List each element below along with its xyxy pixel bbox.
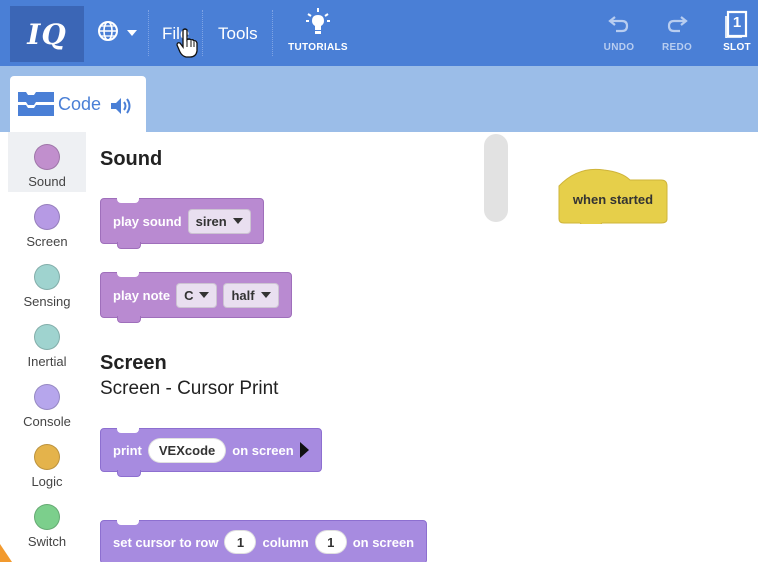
category-dot (34, 144, 60, 170)
chevron-down-icon (126, 24, 138, 42)
category-label: Sensing (23, 294, 71, 309)
toolbar-divider (148, 10, 149, 56)
dropdown-value: half (231, 287, 255, 303)
category-screen[interactable]: Screen (8, 192, 86, 252)
row-input[interactable]: 1 (224, 530, 257, 554)
category-label: Switch (27, 534, 67, 549)
redo-icon (666, 12, 688, 39)
slot-label: SLOT (723, 42, 751, 53)
language-menu-button[interactable] (96, 20, 140, 46)
set-cursor-block[interactable]: set cursor to row 1 column 1 on screen (100, 520, 428, 562)
lightbulb-icon (306, 8, 330, 43)
end-arrow-icon (299, 442, 309, 458)
block-label: column (262, 534, 309, 550)
undo-button[interactable]: UNDO (594, 10, 644, 58)
block-label: play sound (113, 213, 182, 229)
sound-heading: Sound (100, 148, 163, 170)
play-sound-block[interactable]: play sound siren (100, 198, 264, 249)
category-label: Logic (31, 474, 63, 489)
category-dot (34, 264, 60, 290)
redo-label: REDO (661, 42, 693, 53)
blocks-icon (18, 92, 54, 121)
undo-label: UNDO (603, 42, 635, 53)
tab-code-label: Code (58, 94, 102, 114)
category-list: Sound Screen Sensing Inertial Console Lo… (8, 132, 86, 562)
orange-corner-decoration (0, 538, 12, 562)
caret-down-icon (232, 218, 243, 224)
category-label: Sound (28, 174, 66, 189)
category-inertial[interactable]: Inertial (8, 312, 86, 372)
globe-icon (96, 19, 120, 48)
pointer-hand-icon (176, 28, 198, 63)
logo-text: IQ (27, 17, 67, 51)
print-block[interactable]: print VEXcode on screen (100, 428, 322, 477)
category-label: Console (23, 414, 71, 429)
block-label: print (113, 442, 142, 458)
tutorials-button[interactable]: TUTORIALS (286, 8, 350, 60)
tutorials-label: TUTORIALS (288, 42, 348, 53)
block-label: play note (113, 287, 171, 303)
top-toolbar: IQ File Tools TUTORIALS UNDO REDO 1 SLOT (0, 0, 758, 66)
category-label: Screen (26, 234, 68, 249)
flyout-scrollbar[interactable] (484, 134, 508, 222)
play-note-block[interactable]: play note C half (100, 272, 292, 323)
toolbar-divider (272, 10, 273, 56)
category-dot (34, 444, 60, 470)
caret-down-icon (260, 292, 271, 298)
block-label: set cursor to row (113, 534, 219, 550)
block-label: on screen (232, 442, 294, 458)
dropdown-value: siren (195, 213, 227, 229)
category-console[interactable]: Console (8, 372, 86, 432)
sound-dropdown[interactable]: siren (187, 208, 251, 234)
slot-number: 1 (732, 14, 742, 31)
category-dot (34, 384, 60, 410)
screen-subheading: Screen - Cursor Print (100, 378, 279, 399)
tools-menu[interactable]: Tools (218, 24, 258, 44)
block-label: on screen (352, 534, 415, 550)
dropdown-value: C (184, 287, 194, 303)
slot-button[interactable]: 1 SLOT (712, 10, 758, 58)
tab-code[interactable]: Code (10, 76, 146, 132)
category-dot (34, 324, 60, 350)
category-dot (34, 204, 60, 230)
redo-button[interactable]: REDO (652, 10, 702, 58)
tab-strip: Code (0, 66, 758, 132)
block-flyout: Sound play sound siren play note C half … (86, 132, 484, 562)
toolbar-divider (202, 10, 203, 56)
undo-icon (608, 12, 630, 39)
when-started-block[interactable]: when started (558, 166, 668, 224)
print-text-input[interactable]: VEXcode (147, 437, 227, 463)
caret-down-icon (199, 292, 210, 298)
note-dropdown[interactable]: C (176, 282, 218, 308)
iq-logo: IQ (10, 6, 84, 62)
slot-icon: 1 (724, 10, 750, 38)
category-label: Inertial (27, 354, 67, 369)
duration-dropdown[interactable]: half (223, 282, 279, 308)
hat-block-label: when started (572, 192, 654, 207)
category-logic[interactable]: Logic (8, 432, 86, 492)
category-dot (34, 504, 60, 530)
speaker-icon[interactable] (110, 96, 134, 121)
screen-heading: Screen (100, 352, 167, 374)
vexcode-iq-window: IQ File Tools TUTORIALS UNDO REDO 1 SLOT… (0, 0, 758, 562)
column-input[interactable]: 1 (314, 530, 347, 554)
category-sound[interactable]: Sound (8, 132, 86, 192)
category-switch[interactable]: Switch (8, 492, 86, 552)
category-sensing[interactable]: Sensing (8, 252, 86, 312)
